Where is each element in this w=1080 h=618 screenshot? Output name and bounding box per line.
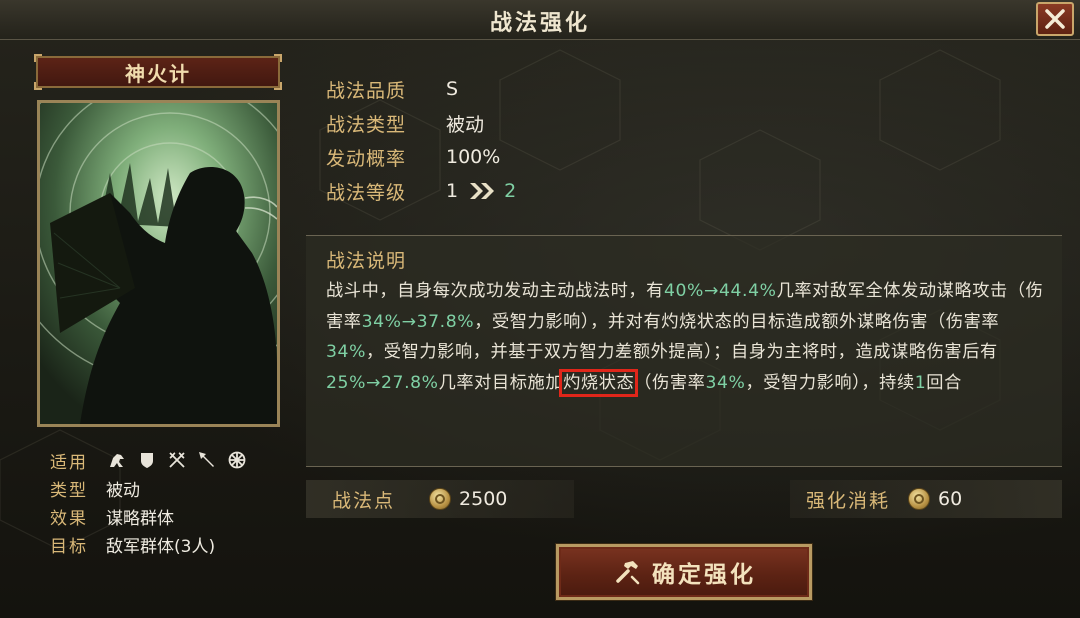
attr-target-label: 目标 [50,536,88,557]
silhouette-strategist-with-fan-art [40,103,277,424]
siege-wheel-icon [226,449,248,471]
level-current: 1 [446,180,459,202]
upgrade-cost-bar: 强化消耗 60 [790,480,1062,518]
corner-ornament [274,82,282,90]
rate-row: 发动概率 100% [326,140,516,174]
skill-name: 神火计 [125,61,191,86]
level-next: 2 [504,180,517,202]
desc-text: 战斗中，自身每次成功发动主动战法时，有 [326,281,664,301]
desc-text: ，受智力影响），持续 [745,372,915,393]
desc-value: 34% [326,342,367,362]
skill-artwork [37,100,280,427]
description-text: 战斗中，自身每次成功发动主动战法时，有40%→44.4%几率对敌军全体发动谋略攻… [326,276,1052,398]
description-title: 战法说明 [326,250,407,272]
corner-ornament [274,54,282,62]
skill-points-bar: 战法点 2500 [306,480,574,518]
description-panel: 战法说明 战斗中，自身每次成功发动主动战法时，有40%→44.4%几率对敌军全体… [306,235,1062,467]
desc-value: 34% [705,372,746,393]
attr-effect-row: 效果 谋略群体 [50,502,310,530]
skill-name-plate: 神火计 [34,54,282,90]
applicable-unit-icons [106,449,248,471]
skill-point-coin-icon [429,488,452,510]
double-chevron-right-icon [468,181,498,201]
crossed-bows-icon [166,449,188,471]
confirm-upgrade-label: 确定强化 [652,562,756,588]
desc-text: ，受智力影响，并基于双方智力差额外提高）；自身为主将时，造成谋略伤害后有 [366,342,998,362]
quality-row: 战法品质 S [326,72,516,106]
spear-icon [196,449,218,471]
desc-value: 40%→44.4% [663,281,777,301]
coin-inner [435,494,446,504]
attr-type-label: 类型 [50,480,88,501]
skill-points-label: 战法点 [332,489,396,512]
quality-label: 战法品质 [326,79,407,102]
skill-stats: 战法品质 S 战法类型 被动 发动概率 100% 战法等级 1 2 [326,72,516,208]
level-row: 战法等级 1 2 [326,174,516,208]
window-title: 战法强化 [489,11,590,36]
desc-text: 回合 [926,372,962,393]
quality-value: S [446,78,459,100]
desc-text: ，受智力影响），并对有灼烧状态的目标造成额外谋略伤害（伤害率 [474,311,1000,332]
close-x-icon [1045,9,1065,29]
corner-ornament [34,54,42,62]
attr-type-value: 被动 [106,480,140,501]
type-label: 战法类型 [326,113,407,136]
attr-target-row: 目标 敌军群体(3人) [50,530,310,558]
type-value: 被动 [446,113,485,136]
attr-type-row: 类型 被动 [50,474,310,502]
rate-label: 发动概率 [326,147,407,170]
burn-status-highlight: 灼烧状态 [559,368,639,397]
shield-icon [136,449,158,471]
attr-effect-value: 谋略群体 [106,508,174,529]
close-button[interactable] [1036,2,1074,36]
desc-value: 1 [914,372,927,393]
rate-value: 100% [446,146,501,168]
attr-target-value: 敌军群体(3人) [106,536,216,557]
applicable-label: 适用 [50,452,88,473]
hammer-upgrade-icon [616,561,640,585]
title-bar: 战法强化 [0,0,1080,40]
level-label: 战法等级 [326,181,407,204]
skill-attributes: 适用 类型 被动 效果 谋略群体 目标 敌军群体(3人) [50,446,310,558]
desc-text: （伤害率 [634,372,706,393]
attr-effect-label: 效果 [50,508,88,529]
coin-inner [914,494,925,504]
skill-point-coin-icon [908,488,931,510]
desc-text: 几率对目标施加 [438,372,564,393]
applicable-row: 适用 [50,446,310,474]
type-row: 战法类型 被动 [326,106,516,140]
corner-ornament [34,82,42,90]
cavalry-icon [106,449,128,471]
skill-points-value: 2500 [459,488,508,510]
desc-value: 34%→37.8% [361,311,475,332]
upgrade-cost-value: 60 [938,488,963,510]
desc-value: 25%→27.8% [326,372,439,393]
upgrade-cost-label: 强化消耗 [806,489,891,512]
confirm-upgrade-button[interactable]: 确定强化 [556,544,812,600]
